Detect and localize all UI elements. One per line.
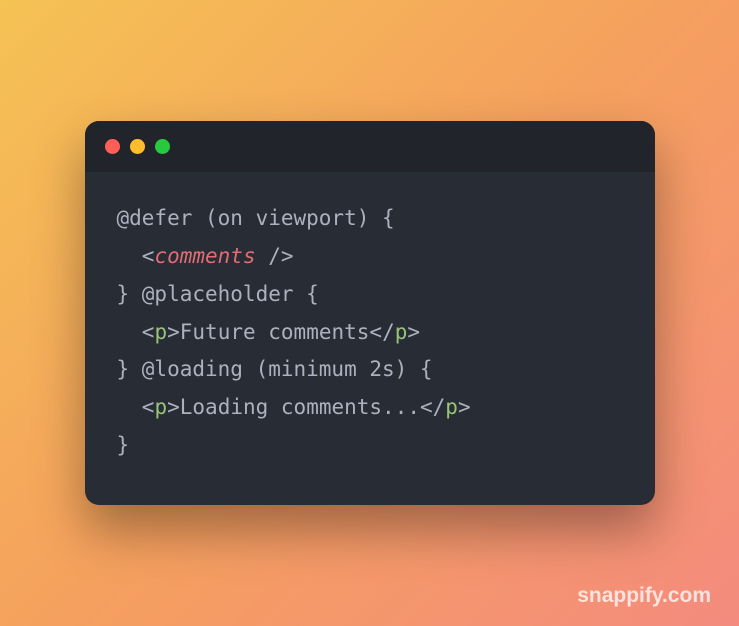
maximize-icon[interactable]	[155, 139, 170, 154]
code-line-2: <comments />	[117, 244, 294, 268]
code-line-4: <p>Future comments</p>	[117, 320, 421, 344]
close-icon[interactable]	[105, 139, 120, 154]
code-line-3: } @placeholder {	[117, 282, 319, 306]
code-window: @defer (on viewport) { <comments /> } @p…	[85, 121, 655, 505]
minimize-icon[interactable]	[130, 139, 145, 154]
code-block: @defer (on viewport) { <comments /> } @p…	[85, 172, 655, 505]
code-line-1: @defer (on viewport) {	[117, 206, 395, 230]
watermark: snappify.com	[577, 584, 711, 608]
code-line-5: } @loading (minimum 2s) {	[117, 357, 433, 381]
code-line-6: <p>Loading comments...</p>	[117, 395, 471, 419]
code-line-7: }	[117, 433, 130, 457]
window-titlebar	[85, 121, 655, 172]
